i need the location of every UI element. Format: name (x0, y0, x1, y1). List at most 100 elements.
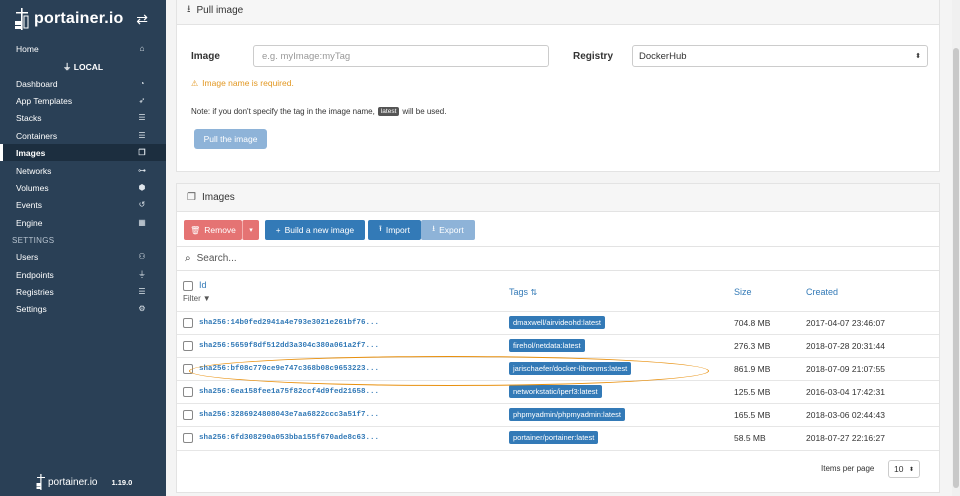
sidebar: portainer.io ⇄ Home ⌂ ⏚ LOCAL Dashboard … (0, 0, 166, 496)
highlight-annotation (189, 356, 709, 386)
image-tag-badge: portainer/portainer:latest (509, 431, 599, 444)
sidebar-item-label: Containers (16, 130, 58, 141)
image-created: 2016-03-04 17:42:31 (806, 387, 885, 397)
row-checkbox[interactable] (183, 433, 193, 443)
home-icon: ⌂ (139, 44, 145, 53)
scrollbar-thumb[interactable] (953, 48, 959, 488)
sidebar-item-users[interactable]: Users ⚇ (0, 248, 166, 265)
row-checkbox[interactable] (183, 318, 193, 328)
registry-select[interactable]: DockerHub ⬍ (632, 45, 928, 67)
sidebar-item-app-templates[interactable]: App Templates ➶ (0, 92, 166, 109)
column-header-tags[interactable]: Tags ⇅ (509, 287, 537, 297)
export-label: Export (439, 225, 464, 235)
row-checkbox[interactable] (183, 387, 193, 397)
image-size: 165.5 MB (734, 410, 771, 420)
select-all-checkbox[interactable] (183, 281, 193, 291)
sidebar-item-label: Endpoints (16, 269, 54, 280)
sidebar-item-volumes[interactable]: Volumes ⬢ (0, 179, 166, 196)
sidebar-item-label: Settings (16, 303, 47, 314)
row-checkbox[interactable] (183, 410, 193, 420)
registry-label: Registry (573, 51, 614, 62)
endpoint-name: ⏚ LOCAL (0, 61, 166, 73)
column-header-created[interactable]: Created (806, 287, 838, 297)
header-divider (177, 311, 939, 312)
image-tag-badge: phpmyadmin/phpmyadmin:latest (509, 408, 625, 421)
panel-title: Pull image (196, 5, 244, 16)
items-per-page-value: 10 (894, 464, 904, 474)
build-image-button[interactable]: + Build a new image (265, 220, 365, 240)
sidebar-item-label: Dashboard (16, 78, 58, 89)
column-header-id[interactable]: Id (199, 280, 207, 290)
clone-icon: ❐ (138, 148, 146, 157)
image-created: 2018-07-28 20:31:44 (806, 341, 885, 351)
sidebar-item-stacks[interactable]: Stacks ☰ (0, 109, 166, 126)
sort-alpha-icon: ⇅ (530, 288, 538, 297)
build-label: Build a new image (284, 225, 355, 235)
sidebar-item-dashboard[interactable]: Dashboard ◔ (0, 75, 166, 92)
cogs-icon: ⚙ (138, 304, 146, 313)
filter-icon: ▼ (202, 294, 211, 303)
search-icon: ⌕ (185, 253, 191, 264)
export-button[interactable]: ⭳ Export (421, 220, 475, 240)
image-tag-badge: firehol/netdata:latest (509, 339, 585, 352)
trash-icon: 🗑 (190, 225, 201, 235)
image-id-link[interactable]: sha256:3286924808043e7aa6822ccc3a51f7... (199, 411, 379, 419)
items-per-page-select[interactable]: 10 ⬍ (888, 460, 920, 478)
brand-logo[interactable]: portainer.io ⇄ (14, 6, 154, 32)
page-scrollbar[interactable] (952, 0, 960, 496)
sidebar-item-events[interactable]: Events ↺ (0, 196, 166, 213)
caret-down-icon: ▾ (249, 227, 253, 234)
sidebar-item-label: App Templates (16, 95, 73, 106)
column-header-size[interactable]: Size (734, 287, 752, 297)
pull-image-heading: ⭳ Pull image (177, 0, 939, 25)
filter-toggle[interactable]: Filter ▼ (183, 294, 211, 303)
image-tag-badge: networkstatic/iperf3:latest (509, 385, 602, 398)
sidebar-item-label: Events (16, 199, 42, 210)
image-id-link[interactable]: sha256:14b0fed2941a4e793e3021e261bf76... (199, 319, 379, 327)
endpoint-label: LOCAL (73, 62, 104, 72)
sidebar-item-settings[interactable]: Settings ⚙ (0, 300, 166, 317)
sidebar-item-label: Engine (16, 217, 43, 228)
database-icon: ☰ (138, 287, 146, 296)
image-id-link[interactable]: sha256:6fd308290a053bba155f670ade8c63... (199, 434, 379, 442)
image-size: 276.3 MB (734, 341, 771, 351)
sidebar-item-label: Images (16, 147, 46, 158)
image-name-input[interactable]: e.g. myImage:myTag (253, 45, 549, 67)
sidebar-item-networks[interactable]: Networks ⊶ (0, 162, 166, 179)
sidebar-item-registries[interactable]: Registries ☰ (0, 283, 166, 300)
import-button[interactable]: ⭱ Import (368, 220, 421, 240)
tachometer-icon: ◔ (139, 79, 145, 88)
download-icon: ⭳ (432, 224, 436, 233)
import-label: Import (385, 225, 410, 235)
portainer-logo-icon (36, 474, 45, 490)
sidebar-item-engine[interactable]: Engine ▦ (0, 214, 166, 231)
remove-label: Remove (204, 225, 236, 235)
image-id-link[interactable]: sha256:6ea158fee1a75f82ccf4d9fed21658... (199, 388, 379, 396)
users-icon: ⚇ (138, 252, 146, 261)
image-created: 2017-04-07 23:46:07 (806, 318, 885, 328)
th-list-icon: ☰ (138, 113, 146, 122)
settings-section-header: SETTINGS (12, 236, 55, 245)
row-checkbox[interactable] (183, 341, 193, 351)
image-size: 861.9 MB (734, 364, 771, 374)
sidebar-item-home[interactable]: Home ⌂ (0, 40, 166, 57)
brand-text: portainer.io (34, 10, 124, 27)
sidebar-item-endpoints[interactable]: Endpoints ⏚ (0, 266, 166, 283)
registry-selected-value: DockerHub (639, 50, 687, 62)
pull-image-button[interactable]: Pull the image (194, 129, 267, 149)
remove-button[interactable]: 🗑 Remove (184, 220, 242, 240)
sidebar-item-containers[interactable]: Containers ☰ (0, 127, 166, 144)
images-panel: ❐ Images 🗑 Remove ▾ + Build a new image … (176, 183, 940, 493)
image-created: 2018-07-27 22:16:27 (806, 433, 885, 443)
image-id-link[interactable]: sha256:5659f8df512dd3a304c380a061a2f7... (199, 342, 379, 350)
search-input[interactable]: Search... (197, 253, 237, 264)
note-text-after: will be used. (402, 107, 447, 116)
search-bar[interactable]: ⌕ Search... (177, 246, 939, 271)
history-icon: ↺ (138, 200, 146, 209)
tag-note: Note: if you don't specify the tag in th… (191, 107, 446, 116)
sidebar-item-images[interactable]: Images ❐ (0, 144, 166, 161)
remove-dropdown-toggle[interactable]: ▾ (242, 220, 259, 240)
clone-icon: ❐ (187, 192, 196, 203)
switch-endpoint-icon[interactable]: ⇄ (136, 11, 148, 28)
upload-icon: ⭱ (379, 224, 382, 233)
